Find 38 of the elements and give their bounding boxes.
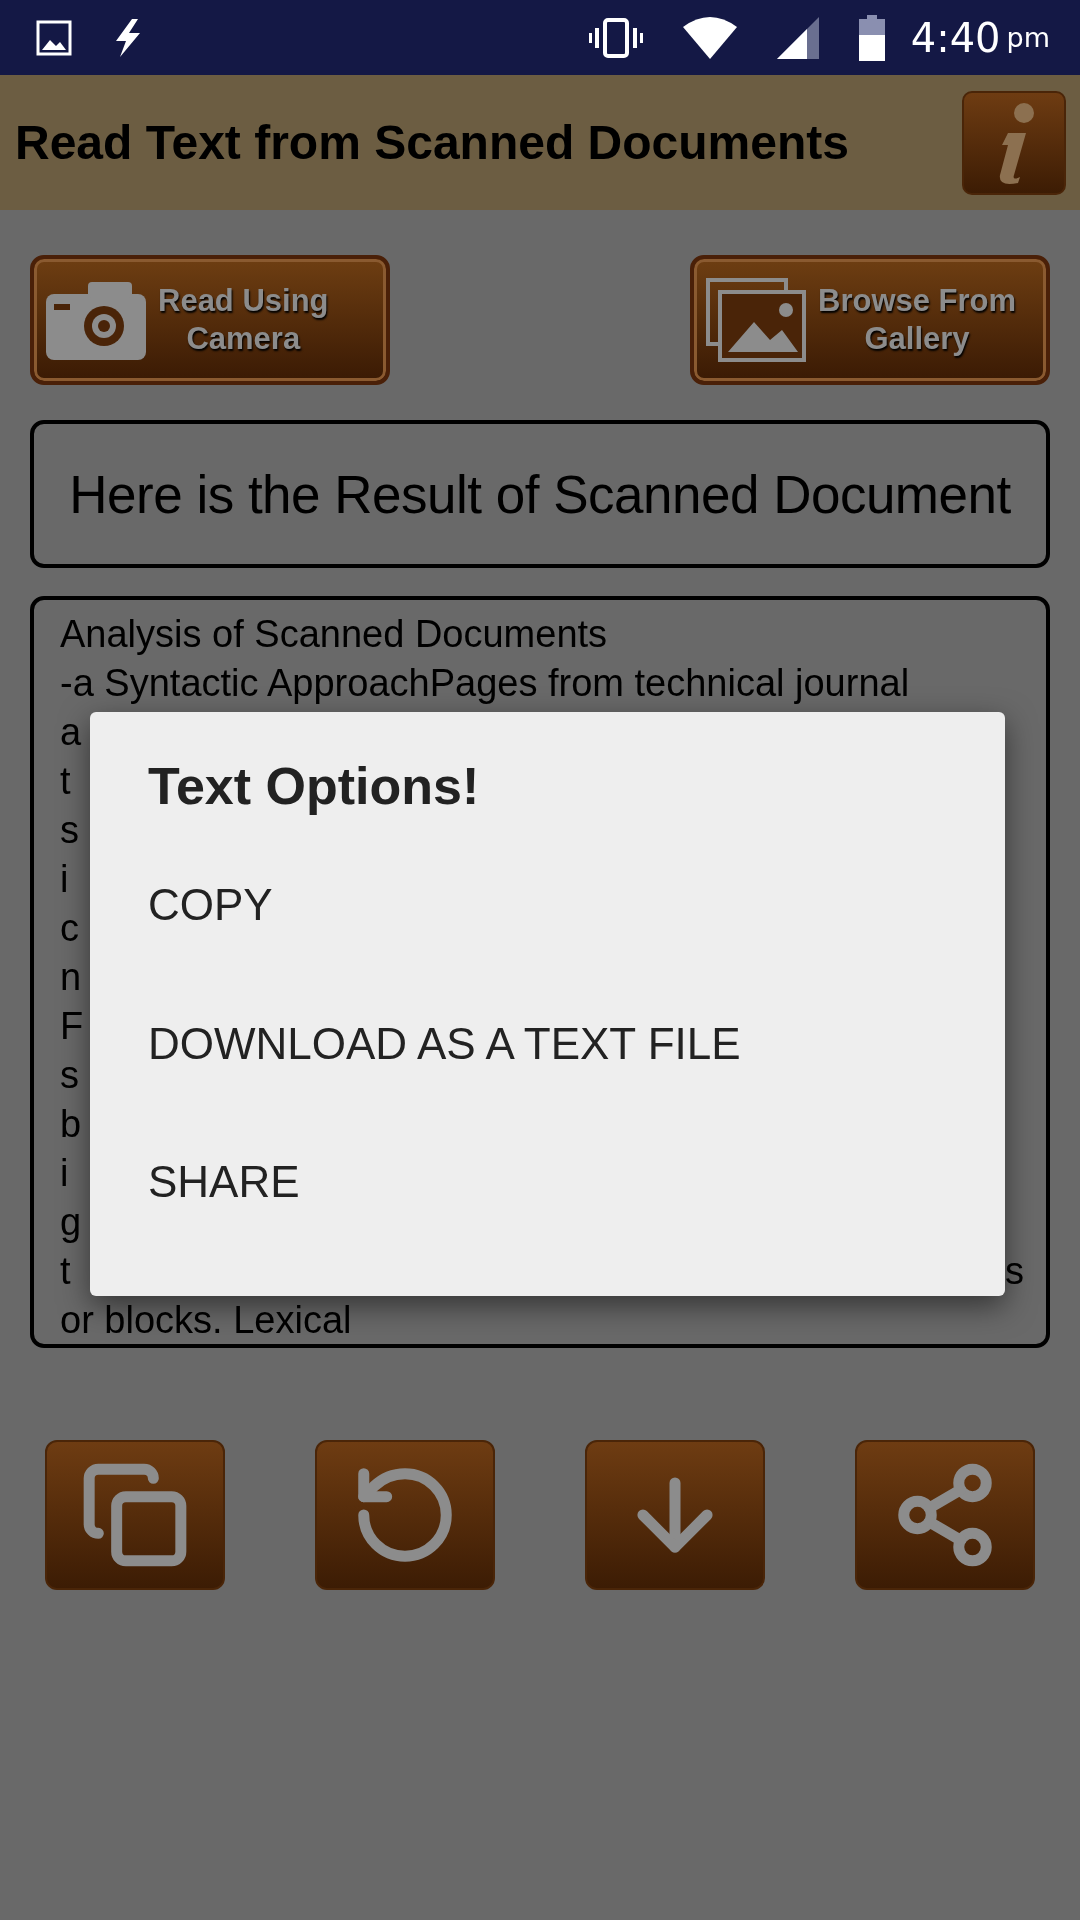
result-text-line: t [60, 759, 71, 804]
result-text-line: s [60, 1053, 79, 1098]
result-text-line: c [60, 906, 79, 951]
result-heading: Here is the Result of Scanned Document [30, 420, 1050, 568]
result-text-line: b [60, 1102, 82, 1147]
camera-icon [46, 280, 146, 360]
share-button[interactable] [855, 1440, 1035, 1590]
pictures-icon [706, 278, 806, 362]
result-text-line: F [60, 1004, 84, 1049]
dialog-option[interactable]: DOWNLOAD AS A TEXT FILE [148, 1018, 1005, 1158]
result-text-line: s [60, 808, 79, 853]
result-text-line: t [60, 1249, 71, 1294]
battery-icon [858, 14, 885, 61]
vibrate-icon [588, 17, 643, 58]
result-text-fragment: s [1005, 1249, 1024, 1294]
status-time: 4:40 [910, 14, 1001, 61]
dialog-option[interactable]: COPY [148, 880, 1005, 1019]
wifi-icon [682, 16, 737, 59]
dialog-title: Text Options! [148, 756, 481, 816]
info-button[interactable] [962, 90, 1066, 195]
result-text-line: i [60, 1151, 69, 1196]
gallery-button[interactable]: Browse From Gallery [690, 255, 1050, 385]
result-text-line: or blocks. Lexical [60, 1298, 352, 1343]
download-button[interactable] [585, 1440, 765, 1590]
camera-button[interactable]: Read Using Camera [30, 255, 390, 385]
dialog-option[interactable]: SHARE [148, 1157, 1005, 1296]
reset-button[interactable] [315, 1440, 495, 1590]
result-text-line: i [60, 857, 69, 902]
result-text-line: Analysis of Scanned Documents [60, 612, 608, 657]
status-ampm: pm [1006, 22, 1050, 53]
result-text-line: n [60, 955, 82, 1000]
signal-icon [776, 16, 819, 59]
result-text-line: g [60, 1200, 82, 1245]
result-text-line: a [60, 710, 82, 755]
image-icon [36, 19, 72, 56]
result-text-line: -a Syntactic ApproachPages from technical journal [60, 661, 910, 706]
copy-button[interactable] [45, 1440, 225, 1590]
app-title: Read Text from Scanned Documents [15, 115, 849, 170]
